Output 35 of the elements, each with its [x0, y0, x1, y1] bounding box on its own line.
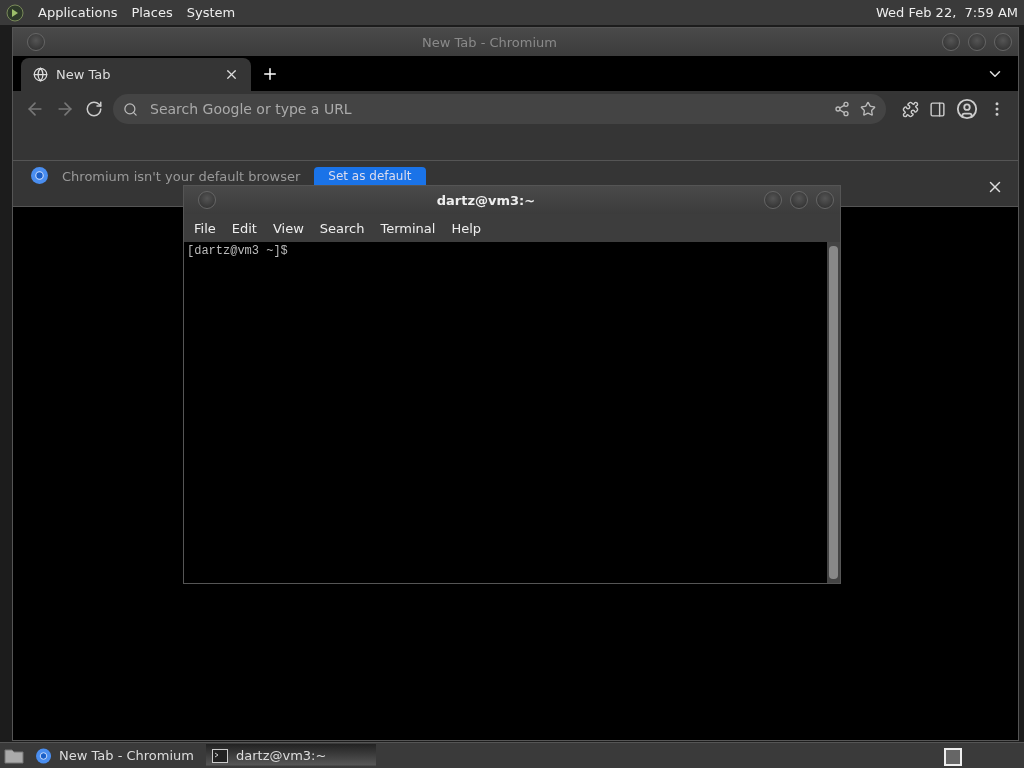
menu-item[interactable]: Edit: [225, 220, 263, 236]
taskbar-item[interactable]: New Tab - Chromium: [30, 744, 200, 767]
address-bar[interactable]: Search Google or type a URL: [113, 94, 886, 124]
side-panel-icon[interactable]: [929, 100, 946, 118]
address-field[interactable]: Search Google or type a URL: [148, 100, 824, 118]
terminal-icon: [212, 748, 228, 763]
menu-item[interactable]: Terminal: [374, 220, 442, 236]
star-icon[interactable]: [860, 101, 876, 117]
menu-item[interactable]: File: [188, 220, 222, 236]
window-title: dartz@vm3:~: [435, 192, 537, 208]
share-icon[interactable]: [834, 101, 850, 117]
show-desktop-button[interactable]: [944, 748, 962, 766]
distro-logo-icon: [6, 3, 24, 22]
window-title: New Tab - Chromium: [421, 34, 558, 50]
extensions-icon[interactable]: [902, 100, 919, 118]
browser-tab[interactable]: New Tab: [21, 58, 251, 91]
chromium-logo-icon: [31, 167, 48, 184]
panel-menu[interactable]: Places: [131, 5, 173, 20]
chromium-logo-icon: [36, 747, 52, 764]
close-tab-icon[interactable]: [224, 67, 239, 82]
menu-item[interactable]: Help: [445, 220, 488, 236]
reload-icon[interactable]: [85, 100, 103, 118]
search-icon: [123, 101, 138, 117]
globe-icon: [33, 67, 48, 82]
menu-item[interactable]: View: [266, 220, 310, 236]
scrollbar[interactable]: [827, 242, 840, 583]
taskbar-item[interactable]: dartz@vm3:~: [206, 744, 376, 767]
menu-item[interactable]: Search: [313, 220, 371, 236]
terminal-line: [dartz@vm3 ~]$: [187, 244, 289, 258]
panel-menu[interactable]: System: [186, 5, 236, 20]
profile-icon[interactable]: [956, 98, 978, 120]
clock[interactable]: Wed Feb 22, 7:59 AM: [876, 5, 1018, 20]
infobar-message: Chromium isn't your default browser: [62, 168, 301, 185]
panel-menu[interactable]: Applications: [38, 5, 118, 20]
folder-icon[interactable]: [4, 747, 24, 764]
